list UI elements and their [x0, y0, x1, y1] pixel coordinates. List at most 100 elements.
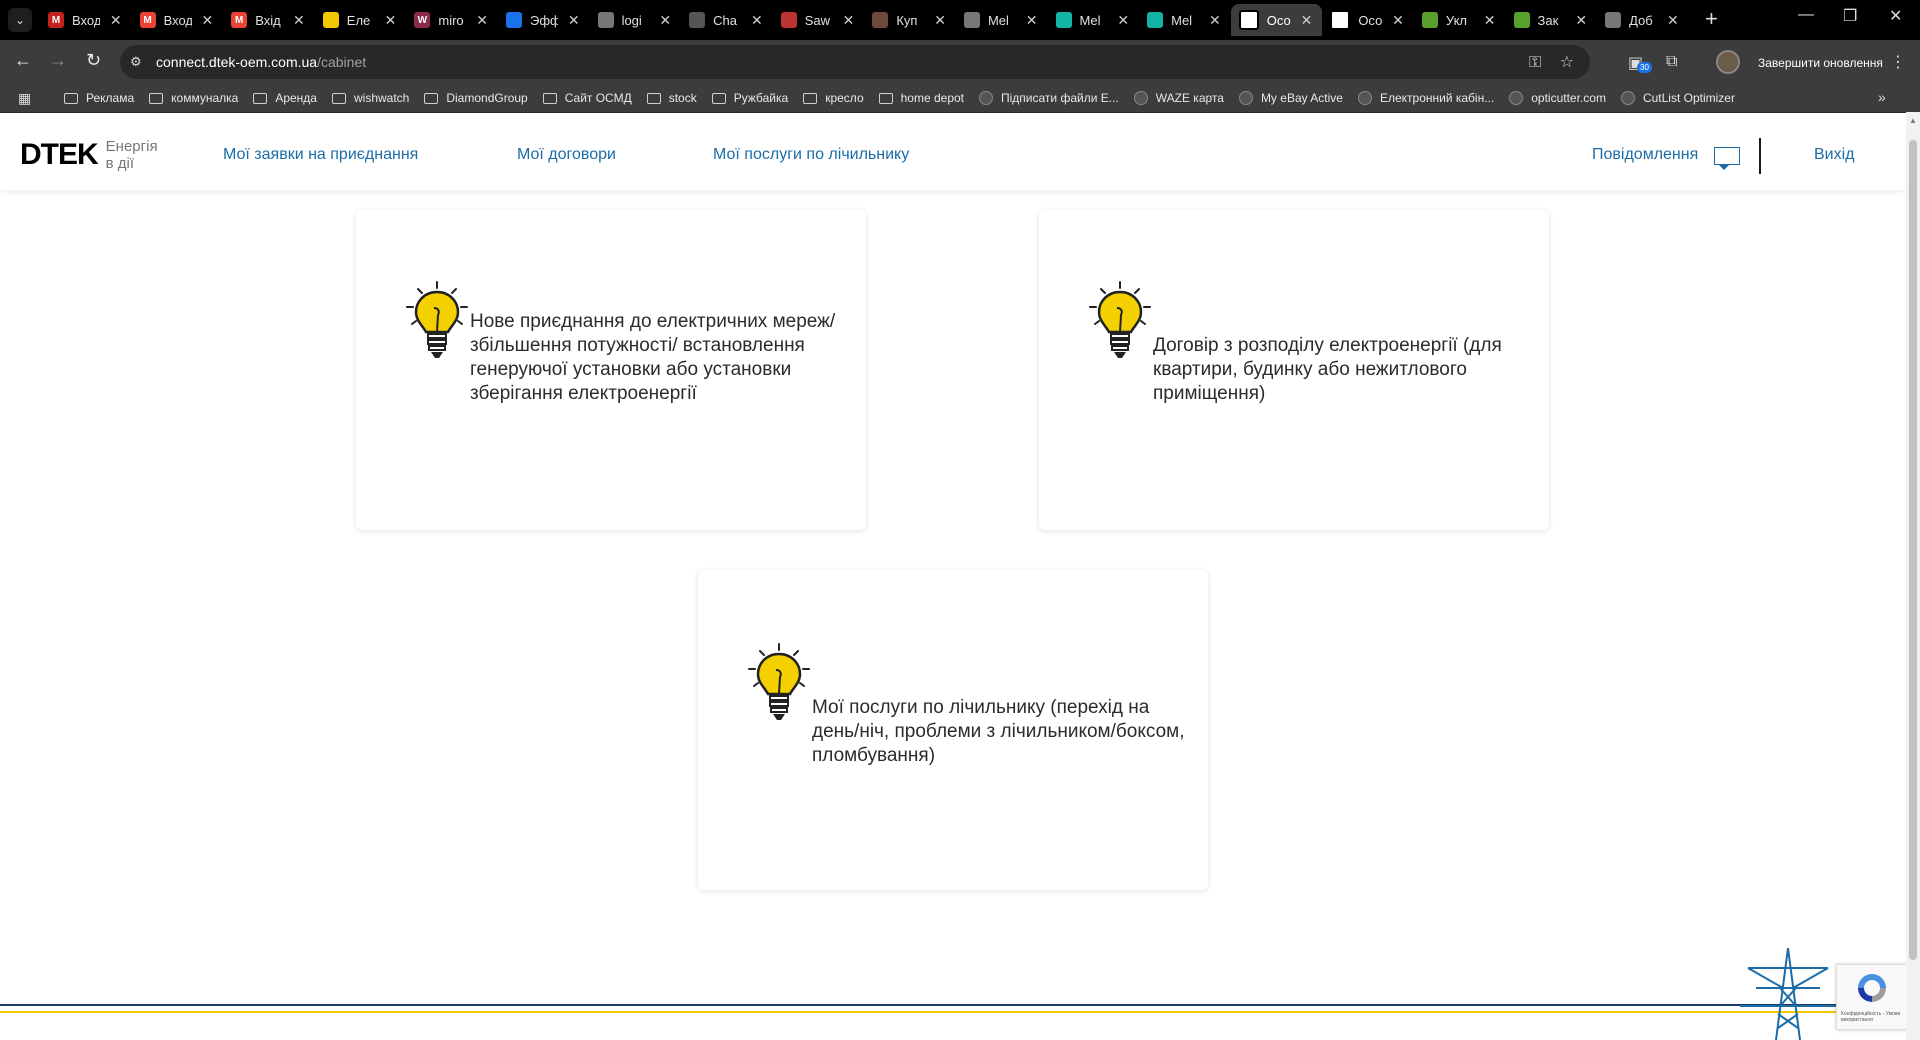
- bookmark-item[interactable]: WAZE карта: [1133, 91, 1224, 105]
- browser-tab[interactable]: Mel ✕: [956, 4, 1048, 36]
- browser-tab[interactable]: Еле ✕: [315, 4, 407, 36]
- notifications-link[interactable]: Повідомлення: [1592, 146, 1698, 164]
- nav-contracts[interactable]: Мої договори: [517, 146, 616, 164]
- tab-close-icon[interactable]: ✕: [201, 12, 213, 29]
- browser-tab[interactable]: Зак ✕: [1506, 4, 1598, 36]
- bookmark-item[interactable]: кресло: [803, 91, 864, 105]
- bookmark-item[interactable]: opticutter.com: [1509, 91, 1606, 105]
- browser-menu-icon[interactable]: ⋮: [1890, 52, 1906, 72]
- password-key-icon[interactable]: ⚿: [1529, 54, 1541, 71]
- scroll-thumb[interactable]: [1909, 140, 1917, 960]
- lightbulb-icon: [748, 643, 810, 720]
- card-distribution-contract[interactable]: Договір з розподілу електроенергії (для …: [1039, 210, 1549, 530]
- tab-close-icon[interactable]: ✕: [110, 12, 122, 29]
- card-meter-services[interactable]: Мої послуги по лічильнику (перехід на де…: [698, 570, 1208, 890]
- restore-icon[interactable]: ❐: [1843, 6, 1857, 26]
- tab-close-icon[interactable]: ✕: [843, 12, 855, 29]
- bookmark-item[interactable]: My eBay Active: [1238, 91, 1343, 105]
- folder-icon: [253, 92, 268, 104]
- bookmark-item[interactable]: Реклама: [64, 91, 134, 105]
- bookmark-item[interactable]: stock: [646, 91, 697, 105]
- site-favicon-icon: [1238, 91, 1253, 105]
- browser-tab[interactable]: Осо ✕: [1230, 4, 1323, 36]
- bookmark-item[interactable]: wishwatch: [331, 91, 409, 105]
- recaptcha-text[interactable]: Конфіденційність - Умови використання: [1841, 1011, 1903, 1023]
- url-text[interactable]: connect.dtek-oem.com.ua/cabinet: [156, 54, 366, 70]
- tab-title: Вход: [163, 12, 192, 28]
- bookmark-item[interactable]: коммуналка: [149, 91, 238, 105]
- tab-close-icon[interactable]: ✕: [1117, 12, 1129, 29]
- card-new-connection[interactable]: Нове приєднання до електричних мереж/збі…: [356, 210, 866, 530]
- nav-connection-requests[interactable]: Мої заявки на приєднання: [223, 146, 418, 164]
- nav-meter-services[interactable]: Мої послуги по лічильнику: [713, 146, 909, 164]
- minimize-icon[interactable]: —: [1798, 6, 1814, 24]
- tab-title: Вход: [72, 12, 100, 28]
- apps-grid-icon[interactable]: ▦: [18, 90, 31, 107]
- tab-favicon-icon: [1055, 12, 1072, 28]
- bookmark-label: home depot: [900, 91, 965, 105]
- new-tab-plus-icon[interactable]: +: [1705, 6, 1718, 32]
- tab-close-icon[interactable]: ✕: [1026, 12, 1038, 29]
- tab-close-icon[interactable]: ✕: [476, 12, 488, 29]
- browser-tab[interactable]: Wmiro ✕: [406, 4, 498, 36]
- browser-tab[interactable]: Mel ✕: [1048, 4, 1140, 36]
- tab-close-icon[interactable]: ✕: [293, 12, 305, 29]
- browser-tab[interactable]: Доб ✕: [1597, 4, 1689, 36]
- browser-tab[interactable]: logi ✕: [590, 4, 682, 36]
- page-scrollbar[interactable]: ▲: [1906, 112, 1920, 1040]
- tab-close-icon[interactable]: ✕: [1575, 12, 1587, 29]
- update-button[interactable]: Завершити оновлення: [1752, 49, 1889, 77]
- tab-title: Куп: [896, 12, 918, 28]
- tab-close-icon[interactable]: ✕: [385, 12, 397, 29]
- url-domain: connect.dtek-oem.com.ua: [156, 54, 318, 70]
- bookmark-item[interactable]: home depot: [878, 91, 965, 105]
- browser-tab[interactable]: Куп ✕: [864, 4, 956, 36]
- folder-icon: [803, 92, 818, 104]
- bookmark-item[interactable]: Підписати файли Е...: [979, 91, 1119, 105]
- tab-title: Mel: [1171, 12, 1193, 28]
- back-arrow-icon[interactable]: ←: [14, 50, 32, 71]
- bookmark-item[interactable]: CutList Optimizer: [1620, 91, 1735, 105]
- bookmarks-overflow-icon[interactable]: »: [1878, 89, 1886, 105]
- tab-close-icon[interactable]: ✕: [934, 12, 946, 29]
- browser-tab[interactable]: Cha ✕: [681, 4, 773, 36]
- bookmark-item[interactable]: Сайт ОСМД: [542, 91, 632, 105]
- bookmark-item[interactable]: Електронний кабін...: [1357, 91, 1494, 105]
- extensions-puzzle-icon[interactable]: ⧉: [1666, 53, 1677, 71]
- recaptcha-badge[interactable]: Конфіденційність - Умови використання: [1836, 964, 1908, 1030]
- tab-close-icon[interactable]: ✕: [659, 12, 671, 29]
- scroll-up-arrow-icon[interactable]: ▲: [1909, 116, 1917, 125]
- message-icon[interactable]: [1714, 147, 1740, 170]
- tab-favicon-icon: [1238, 10, 1259, 30]
- close-window-icon[interactable]: ✕: [1889, 6, 1902, 26]
- dtek-logo[interactable]: DTEK Енергія в дії: [20, 138, 158, 172]
- bookmark-item[interactable]: Ружбайка: [711, 91, 788, 105]
- tab-close-icon[interactable]: ✕: [751, 12, 763, 29]
- browser-tab[interactable]: Mel ✕: [1139, 4, 1231, 36]
- browser-tab[interactable]: Осо ✕: [1322, 4, 1414, 36]
- browser-tab[interactable]: M Вход ✕: [40, 4, 132, 36]
- browser-tab[interactable]: Укл ✕: [1414, 4, 1506, 36]
- tab-close-icon[interactable]: ✕: [1392, 12, 1404, 29]
- bookmark-item[interactable]: Аренда: [253, 91, 317, 105]
- browser-tab[interactable]: Эфф ✕: [498, 4, 590, 36]
- bookmark-item[interactable]: DiamondGroup: [424, 91, 528, 105]
- tab-close-icon[interactable]: ✕: [1301, 12, 1313, 29]
- tab-close-icon[interactable]: ✕: [1484, 12, 1496, 29]
- bookmark-star-icon[interactable]: ☆: [1560, 54, 1574, 71]
- forward-arrow-icon[interactable]: →: [49, 50, 67, 71]
- address-bar[interactable]: ⚙ connect.dtek-oem.com.ua/cabinet ⚿ ☆: [120, 45, 1590, 79]
- browser-tab[interactable]: Saw ✕: [773, 4, 865, 36]
- browser-tab[interactable]: M Вхід ✕: [223, 4, 315, 36]
- profile-avatar[interactable]: [1716, 50, 1740, 74]
- tab-close-icon[interactable]: ✕: [568, 12, 580, 29]
- site-info-icon[interactable]: ⚙: [130, 54, 146, 70]
- tagline-line-1: Енергія: [105, 138, 158, 155]
- tab-search-chevron-icon[interactable]: ⌄: [8, 8, 32, 32]
- logout-link[interactable]: Вихід: [1814, 146, 1855, 164]
- tab-close-icon[interactable]: ✕: [1209, 12, 1221, 29]
- tab-favicon-icon: [1605, 12, 1622, 28]
- browser-tab[interactable]: M Вход ✕: [132, 4, 224, 36]
- tab-close-icon[interactable]: ✕: [1667, 12, 1679, 29]
- reload-icon[interactable]: ↻: [86, 50, 101, 71]
